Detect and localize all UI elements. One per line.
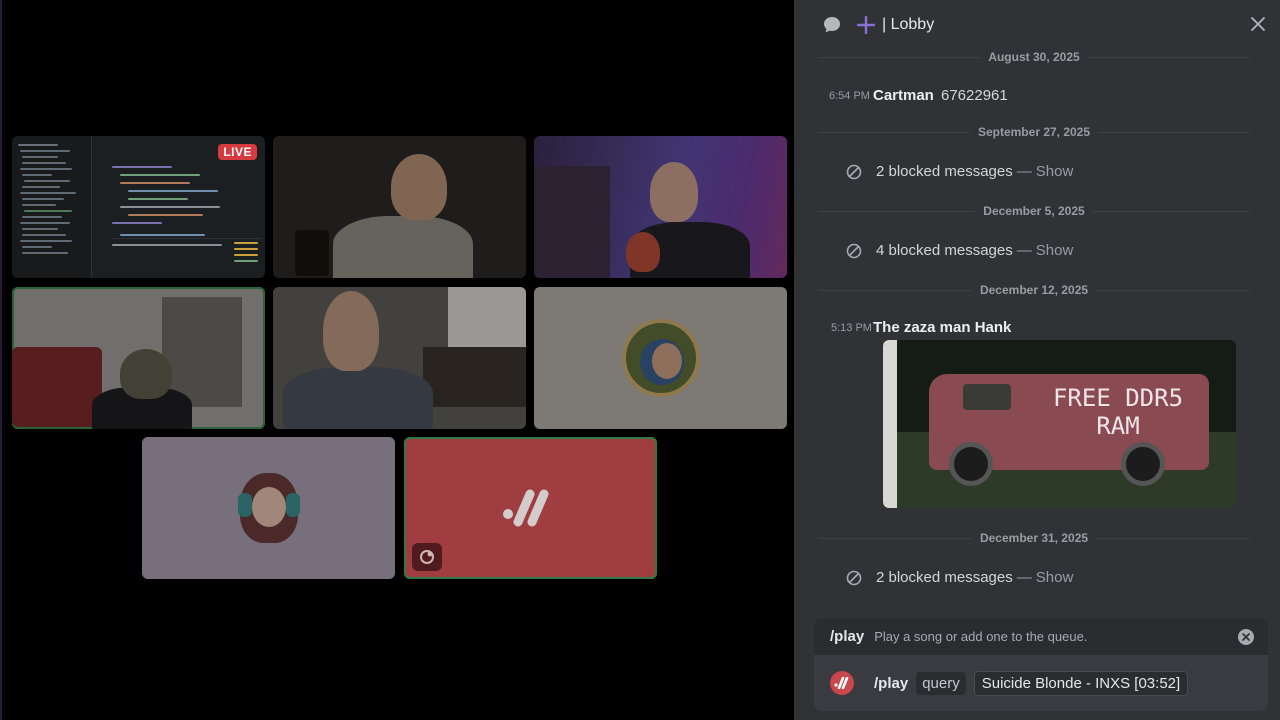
tile-camera-3[interactable]: [534, 136, 787, 278]
message-timestamp: 6:54 PM: [829, 90, 870, 102]
input-command: /play: [874, 674, 909, 692]
show-blocked-link[interactable]: Show: [1036, 569, 1074, 586]
blocked-messages-row: 2 blocked messages — Show: [846, 163, 1073, 180]
message-timestamp: 5:13 PM: [831, 322, 872, 334]
message-image-attachment[interactable]: FREE DDR5 RAM: [883, 340, 1236, 508]
chat-header: | Lobby: [794, 0, 1280, 50]
show-blocked-link[interactable]: Show: [1036, 242, 1074, 259]
date-divider: December 12, 2025: [818, 283, 1250, 297]
tile-camera-2[interactable]: [273, 136, 526, 278]
date-divider: December 5, 2025: [818, 204, 1250, 218]
live-badge: LIVE: [218, 144, 257, 160]
tile-music-bot[interactable]: [404, 437, 657, 579]
option-label[interactable]: query: [916, 671, 966, 695]
command-hint[interactable]: /play Play a song or add one to the queu…: [814, 618, 1268, 655]
show-blocked-link[interactable]: Show: [1036, 163, 1074, 180]
image-caption-text: FREE DDR5 RAM: [1052, 384, 1184, 440]
blocked-icon: [846, 570, 862, 585]
plus-icon[interactable]: [856, 15, 876, 35]
command-name: /play: [830, 628, 865, 645]
blocked-icon: [846, 164, 862, 179]
message-author[interactable]: The zaza man Hank: [873, 319, 1011, 336]
bot-avatar-icon: [830, 671, 854, 695]
chat-panel: | Lobby August 30, 2025 6:54 PM Cartman …: [794, 0, 1280, 720]
date-divider: August 30, 2025: [818, 50, 1250, 64]
tile-avatar-6[interactable]: [534, 287, 787, 429]
command-description: Play a song or add one to the queue.: [874, 629, 1088, 644]
tile-avatar-7[interactable]: [142, 437, 395, 579]
message-author[interactable]: Cartman: [873, 87, 934, 104]
blocked-icon: [846, 243, 862, 258]
close-icon[interactable]: [1250, 16, 1266, 32]
tile-screen-share[interactable]: LIVE: [12, 136, 265, 278]
message-text: 67622961: [941, 87, 1008, 104]
video-stage: LIVE: [0, 0, 794, 720]
channel-title: | Lobby: [882, 16, 935, 33]
message-input[interactable]: /play query Suicide Blonde - INXS [03:52…: [814, 655, 1268, 711]
chat-bubble-icon: [822, 15, 842, 35]
blocked-messages-row: 4 blocked messages — Show: [846, 242, 1073, 259]
close-hint-icon[interactable]: [1238, 629, 1254, 645]
option-value-input[interactable]: Suicide Blonde - INXS [03:52]: [973, 670, 1189, 696]
blocked-messages-row: 2 blocked messages — Show: [846, 569, 1073, 586]
tile-camera-4[interactable]: [12, 287, 265, 429]
date-divider: December 31, 2025: [818, 531, 1250, 545]
date-divider: September 27, 2025: [818, 125, 1250, 139]
tile-camera-5[interactable]: [273, 287, 526, 429]
